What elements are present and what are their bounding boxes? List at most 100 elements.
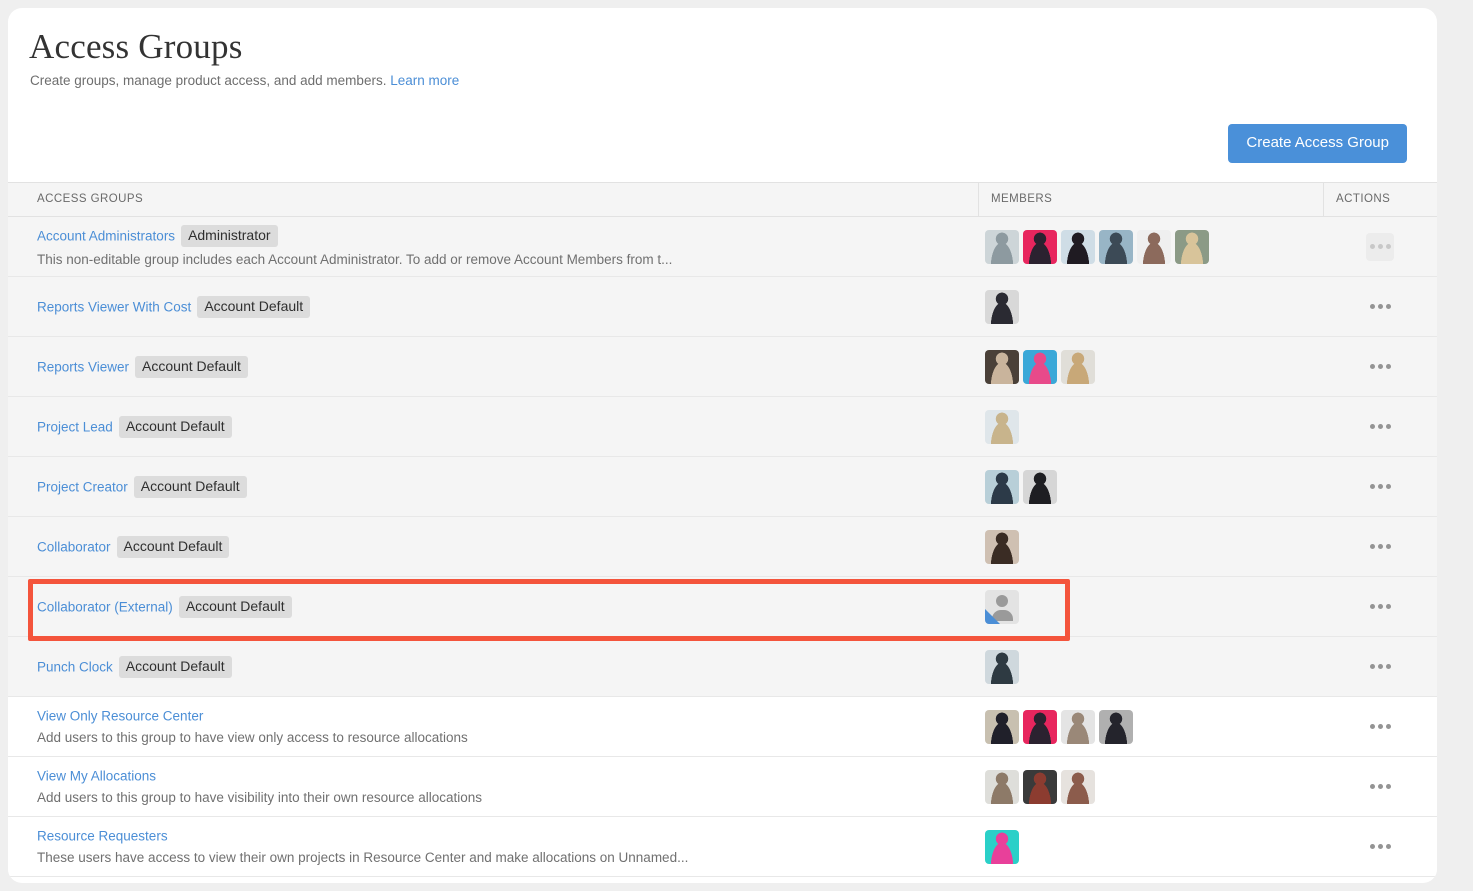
table-row[interactable]: Resource Requesters These users have acce… — [8, 817, 1437, 877]
avatar[interactable] — [985, 649, 1019, 684]
column-header-access-groups: ACCESS GROUPS — [37, 193, 144, 205]
table-body: Account Administrators Administrator This … — [8, 217, 1437, 877]
group-type-badge: Account Default — [118, 655, 232, 678]
group-name-line: Collaborator (External) Account Default — [37, 595, 978, 618]
avatar[interactable] — [1023, 709, 1057, 744]
group-type-badge: Account Default — [133, 475, 247, 498]
group-name-link[interactable]: Collaborator (External) — [37, 599, 173, 614]
ellipsis-horizontal-icon[interactable] — [1366, 533, 1394, 561]
ellipsis-horizontal-icon[interactable] — [1366, 773, 1394, 801]
group-type-badge: Account Default — [197, 295, 311, 318]
table-row[interactable]: View My Allocations Add users to this gro… — [8, 757, 1437, 817]
ellipsis-horizontal-icon[interactable] — [1366, 413, 1394, 441]
group-name-line: Account Administrators Administrator — [37, 225, 978, 247]
cell-members — [978, 469, 1323, 504]
cell-access-group: Project Lead Account Default — [8, 415, 978, 438]
avatar[interactable] — [1023, 229, 1057, 264]
group-name-link[interactable]: Collaborator — [37, 539, 111, 554]
cell-access-group: View My Allocations Add users to this gro… — [8, 767, 978, 806]
group-name-link[interactable]: View My Allocations — [37, 768, 156, 783]
cell-members — [978, 769, 1323, 804]
ellipsis-horizontal-icon[interactable] — [1366, 293, 1394, 321]
ellipsis-horizontal-icon[interactable] — [1366, 232, 1394, 261]
cell-members — [978, 349, 1323, 384]
avatar[interactable] — [1061, 769, 1095, 804]
table-row[interactable]: Collaborator (External) Account Default — [8, 577, 1437, 637]
cell-members — [978, 829, 1323, 864]
learn-more-link[interactable]: Learn more — [390, 73, 459, 88]
avatar[interactable] — [985, 709, 1019, 744]
table-row[interactable]: Project Lead Account Default — [8, 397, 1437, 457]
avatar[interactable] — [985, 409, 1019, 444]
avatar[interactable] — [1023, 469, 1057, 504]
group-name-link[interactable]: Reports Viewer With Cost — [37, 299, 191, 314]
group-name-line: View Only Resource Center — [37, 707, 978, 725]
cell-access-group: Reports Viewer With Cost Account Default — [8, 295, 978, 318]
avatar[interactable] — [985, 349, 1019, 384]
avatar[interactable] — [985, 769, 1019, 804]
avatar[interactable] — [1099, 229, 1133, 264]
group-type-badge: Account Default — [135, 355, 248, 378]
avatar[interactable] — [985, 289, 1019, 324]
avatar[interactable] — [1099, 709, 1133, 744]
table-header-row: ACCESS GROUPS MEMBERS ACTIONS — [8, 182, 1437, 217]
group-name-link[interactable]: Resource Requesters — [37, 828, 168, 843]
group-name-link[interactable]: Project Creator — [37, 479, 128, 494]
group-name-line: Reports Viewer With Cost Account Default — [37, 295, 978, 318]
avatar[interactable] — [1061, 709, 1095, 744]
cell-access-group: Collaborator Account Default — [8, 535, 978, 558]
avatar[interactable] — [1061, 229, 1095, 264]
group-type-badge: Account Default — [116, 535, 230, 558]
cell-access-group: Project Creator Account Default — [8, 475, 978, 498]
table-row[interactable]: View Only Resource Center Add users to th… — [8, 697, 1437, 757]
cell-actions — [1323, 713, 1437, 741]
avatar[interactable] — [985, 229, 1019, 264]
table-row[interactable]: Punch Clock Account Default — [8, 637, 1437, 697]
toolbar: Create Access Group — [8, 88, 1437, 163]
table-row[interactable]: Reports Viewer Account Default — [8, 337, 1437, 397]
table-row[interactable]: Account Administrators Administrator This … — [8, 217, 1437, 277]
avatar[interactable] — [1137, 229, 1171, 264]
create-access-group-button[interactable]: Create Access Group — [1228, 124, 1407, 163]
avatar[interactable] — [985, 469, 1019, 504]
page-subtitle-text: Create groups, manage product access, an… — [30, 73, 387, 88]
avatar[interactable] — [1061, 349, 1095, 384]
cell-actions — [1323, 353, 1437, 381]
avatar[interactable] — [1023, 769, 1057, 804]
page-subtitle: Create groups, manage product access, an… — [8, 68, 1437, 88]
group-name-link[interactable]: Project Lead — [37, 419, 113, 434]
table-row[interactable]: Collaborator Account Default — [8, 517, 1437, 577]
ellipsis-horizontal-icon[interactable] — [1366, 353, 1394, 381]
group-description: Add users to this group to have view onl… — [37, 730, 468, 745]
avatar[interactable] — [1175, 229, 1209, 264]
ellipsis-horizontal-icon[interactable] — [1366, 473, 1394, 501]
table-row[interactable]: Project Creator Account Default — [8, 457, 1437, 517]
cell-actions — [1323, 773, 1437, 801]
group-name-line: Punch Clock Account Default — [37, 655, 978, 678]
group-name-line: Reports Viewer Account Default — [37, 355, 978, 378]
ellipsis-horizontal-icon[interactable] — [1366, 653, 1394, 681]
cell-members — [978, 409, 1323, 444]
cell-access-group: Collaborator (External) Account Default — [8, 595, 978, 618]
cell-access-group: Resource Requesters These users have acce… — [8, 827, 978, 866]
group-type-badge: Account Default — [118, 415, 232, 438]
ellipsis-horizontal-icon[interactable] — [1366, 713, 1394, 741]
avatar[interactable] — [985, 829, 1019, 864]
group-name-link[interactable]: Reports Viewer — [37, 359, 129, 374]
avatar[interactable] — [985, 529, 1019, 564]
column-header-members: MEMBERS — [978, 182, 1323, 217]
access-groups-table: ACCESS GROUPS MEMBERS ACTIONS Account Ad… — [8, 182, 1437, 877]
ellipsis-horizontal-icon[interactable] — [1366, 833, 1394, 861]
column-header-actions: ACTIONS — [1323, 182, 1437, 217]
group-name-link[interactable]: View Only Resource Center — [37, 708, 203, 723]
page-title: Access Groups — [29, 27, 243, 66]
cell-access-group: Reports Viewer Account Default — [8, 355, 978, 378]
ellipsis-horizontal-icon[interactable] — [1366, 593, 1394, 621]
table-row[interactable]: Reports Viewer With Cost Account Default — [8, 277, 1437, 337]
person-placeholder-icon[interactable] — [985, 589, 1019, 624]
group-name-link[interactable]: Account Administrators — [37, 229, 175, 244]
cell-members — [978, 289, 1323, 324]
group-name-link[interactable]: Punch Clock — [37, 659, 113, 674]
cell-members — [978, 649, 1323, 684]
avatar[interactable] — [1023, 349, 1057, 384]
